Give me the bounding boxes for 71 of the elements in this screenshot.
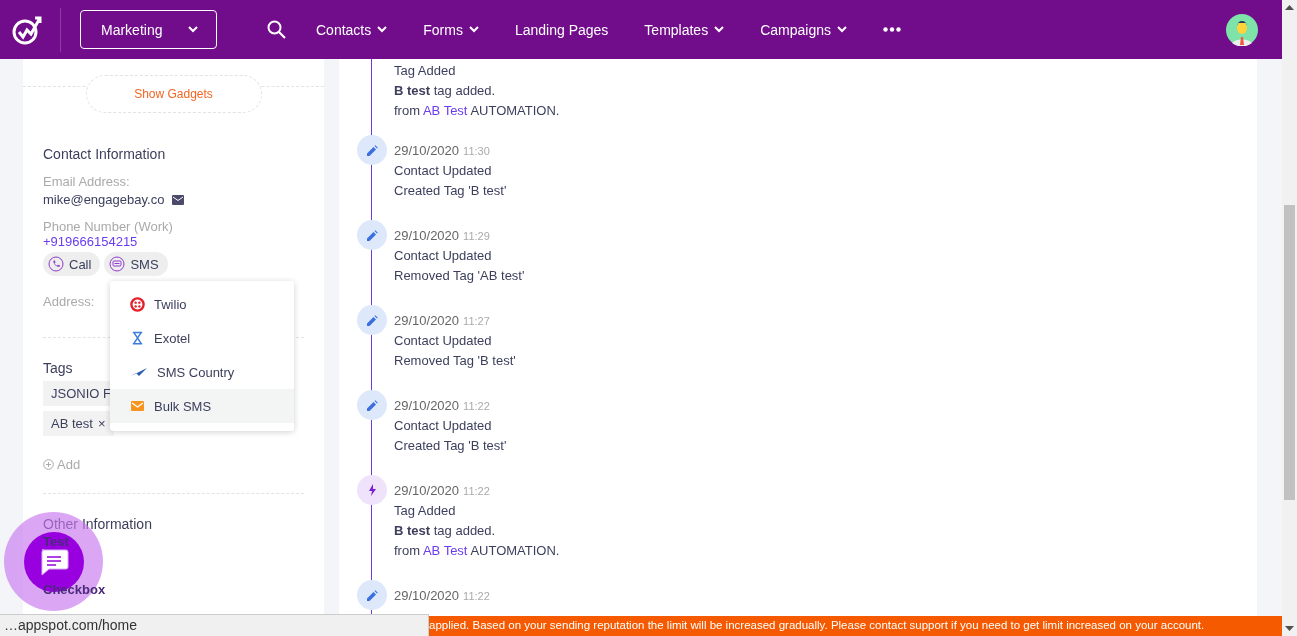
pencil-icon (366, 399, 378, 411)
entry-source: from AB Test AUTOMATION. (394, 102, 560, 120)
field-label: Phone Number (Work) (43, 219, 173, 234)
entry-detail: Removed Tag 'AB test' (394, 267, 525, 285)
menu-item[interactable]: Exotel (110, 321, 294, 355)
entry-title: Tag Added (394, 62, 457, 80)
dotted-circle-icon (130, 296, 145, 312)
module-dropdown[interactable]: Marketing (80, 10, 217, 49)
field-label: Test (43, 534, 69, 549)
entry-title: Tag Added (394, 502, 457, 520)
entry-date: 29/10/2020 11:30 (394, 142, 491, 160)
chat-icon (109, 256, 126, 272)
scroll-up-arrow-icon[interactable] (1285, 3, 1294, 12)
menu-item[interactable]: Bulk SMS (110, 389, 294, 423)
section-title: Contact Information (43, 146, 166, 162)
chevron-icon (188, 26, 198, 33)
entry-detail: Created Tag 'B test' (394, 182, 507, 200)
nav-menu-item[interactable]: Landing Pages (514, 21, 609, 38)
phone-link[interactable]: +919666154215 (43, 234, 304, 249)
call-button[interactable]: Call (43, 252, 101, 276)
section-title: Other Information (43, 516, 152, 532)
pencil-icon (366, 589, 378, 601)
pencil-icon (366, 314, 378, 326)
entry-source: from AB Test AUTOMATION. (394, 542, 560, 560)
sms-button[interactable]: SMS (104, 252, 168, 276)
notice-banner: applied. Based on your sending reputation the limit will be increased gradually. Please contact support if you need to get limit increased on your account. (429, 616, 1282, 636)
field-label: Address: (43, 294, 95, 309)
phone-icon (48, 256, 64, 272)
automation-link[interactable]: AB Test (422, 543, 468, 558)
pencil-icon (366, 229, 378, 241)
lightning-icon (367, 484, 377, 496)
email-value: mike@engagebay.co (43, 192, 165, 207)
chat-icon (38, 547, 69, 576)
entry-detail: Created Tag 'B test' (394, 437, 507, 455)
tag-label: JSONIO F (51, 386, 111, 401)
section-title: Tags (43, 360, 73, 376)
remove-tag-button[interactable]: × (97, 416, 106, 431)
nav-menu-item[interactable]: Forms (423, 21, 479, 38)
entry-title: Contact Updated (394, 417, 493, 435)
entry-title: Contact Updated (394, 247, 493, 265)
entry-date: 29/10/2020 11:22 (394, 482, 491, 500)
search-icon[interactable] (267, 20, 286, 39)
entry-date: 29/10/2020 11:22 (394, 587, 490, 605)
automation-link[interactable]: AB Test (422, 103, 468, 118)
field-label: Email Address: (43, 174, 130, 189)
scrollbar[interactable] (1282, 0, 1297, 636)
hourglass-icon (130, 330, 145, 346)
menu-item[interactable]: SMS Country (110, 355, 294, 389)
scroll-down-arrow-icon[interactable] (1285, 624, 1294, 633)
entry-detail: B test tag added. (394, 82, 497, 100)
entry-title: Contact Updated (394, 162, 493, 180)
menu-item[interactable]: Twilio (110, 287, 294, 321)
entry-date: 29/10/2020 11:27 (394, 312, 491, 330)
status-url: …appspot.com/home (0, 614, 429, 636)
entry-detail: B test tag added. (394, 522, 497, 540)
envelope-icon (130, 400, 145, 412)
more-icon[interactable] (883, 27, 901, 32)
nav-menu-item[interactable]: Campaigns (760, 21, 847, 38)
nav-menu-item[interactable]: Contacts (316, 21, 388, 38)
nav-menu-item[interactable]: Templates (644, 21, 725, 38)
user-avatar[interactable] (1226, 13, 1258, 46)
scrollbar-thumb[interactable] (1284, 205, 1295, 500)
pencil-icon (366, 144, 378, 156)
envelope-icon[interactable] (172, 194, 185, 205)
entry-date: 29/10/2020 11:29 (394, 227, 491, 245)
entry-date: 29/10/2020 11:22 (394, 397, 491, 415)
plus-circle-icon (43, 459, 54, 470)
paper-plane-icon (130, 366, 148, 378)
tag-label: AB test (51, 416, 93, 431)
entry-title: Contact Updated (394, 332, 493, 350)
entry-detail: Removed Tag 'B test' (394, 352, 516, 370)
